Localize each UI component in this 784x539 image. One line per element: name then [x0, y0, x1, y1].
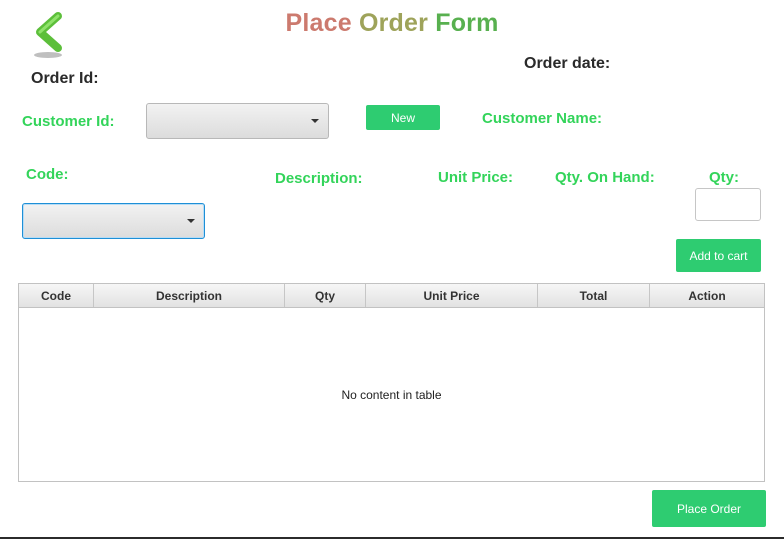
unit-price-label: Unit Price:	[438, 169, 514, 186]
title-word-place: Place	[285, 9, 352, 37]
code-label: Code:	[26, 166, 69, 183]
column-header-description[interactable]: Description	[94, 284, 285, 307]
add-to-cart-button[interactable]: Add to cart	[676, 239, 761, 272]
customer-id-combobox[interactable]	[146, 103, 329, 139]
column-header-total[interactable]: Total	[538, 284, 650, 307]
new-customer-button[interactable]: New	[366, 105, 440, 130]
place-order-window: Place Order Form Order Id: Order date: C…	[0, 0, 784, 539]
qty-input[interactable]	[695, 188, 761, 221]
qty-on-hand-label: Qty. On Hand:	[555, 169, 655, 186]
description-label: Description:	[275, 170, 363, 187]
column-header-qty[interactable]: Qty	[285, 284, 366, 307]
customer-id-label: Customer Id:	[22, 113, 115, 130]
customer-name-label: Customer Name:	[482, 110, 603, 127]
cart-table[interactable]: Code Description Qty Unit Price Total Ac…	[18, 283, 765, 482]
chevron-down-icon	[187, 219, 195, 223]
title-word-form: Form	[435, 9, 499, 37]
table-header: Code Description Qty Unit Price Total Ac…	[19, 284, 764, 308]
item-code-combobox[interactable]	[22, 203, 205, 239]
column-header-action[interactable]: Action	[650, 284, 764, 307]
qty-label: Qty:	[709, 169, 739, 186]
table-empty-message: No content in table	[341, 388, 442, 402]
column-header-code[interactable]: Code	[19, 284, 94, 307]
page-title: Place Order Form	[0, 9, 784, 38]
place-order-button[interactable]: Place Order	[652, 490, 766, 527]
order-id-label: Order Id:	[31, 70, 99, 87]
column-header-unit-price[interactable]: Unit Price	[366, 284, 538, 307]
title-word-order: Order	[358, 9, 429, 37]
chevron-down-icon	[311, 119, 319, 123]
order-date-label: Order date:	[524, 55, 611, 72]
